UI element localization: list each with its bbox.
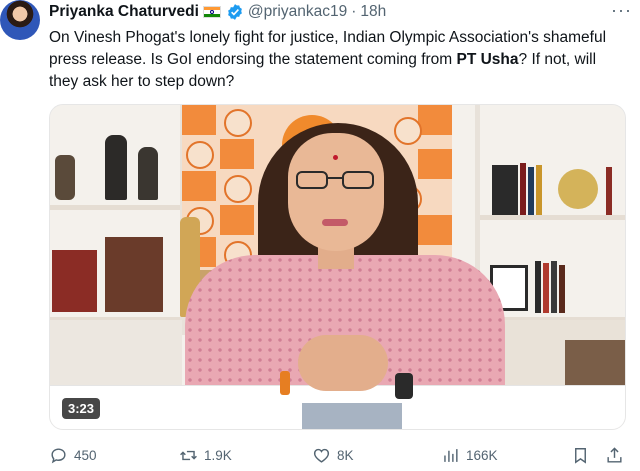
- author-handle[interactable]: @priyankac19: [248, 3, 347, 21]
- share-button[interactable]: [605, 444, 630, 466]
- views-count: 166K: [466, 447, 498, 463]
- bookmark-icon: [575, 447, 586, 464]
- like-count: 8K: [337, 447, 354, 463]
- timestamp[interactable]: 18h: [360, 3, 386, 21]
- like-button[interactable]: 8K: [312, 444, 354, 466]
- avatar[interactable]: [0, 0, 40, 40]
- views-icon: [444, 448, 458, 462]
- video-player[interactable]: 3:23: [49, 104, 626, 430]
- separator-dot: ·: [351, 3, 357, 20]
- left-bookshelf: [50, 105, 185, 335]
- cabinet: [50, 320, 182, 388]
- bindi: [333, 155, 338, 160]
- author-name[interactable]: Priyanka Chaturvedi: [49, 3, 199, 21]
- action-bar: 450 1.9K 8K 166K: [49, 444, 624, 466]
- more-icon[interactable]: ···: [611, 0, 632, 21]
- reply-button[interactable]: 450: [49, 444, 97, 466]
- share-icon: [607, 446, 622, 463]
- views-button[interactable]: 166K: [441, 444, 498, 466]
- tweet-text: On Vinesh Phogat's lonely fight for just…: [49, 27, 629, 93]
- clasped-hands: [298, 335, 388, 391]
- tweet-header: Priyanka Chaturvedi @priyankac19 · 18h: [49, 2, 386, 22]
- reply-count: 450: [74, 447, 97, 463]
- bracelet: [280, 371, 290, 395]
- drawer: [565, 340, 625, 388]
- bookmark-button[interactable]: [571, 444, 596, 466]
- watch: [395, 373, 413, 399]
- speaker-face: [288, 133, 384, 251]
- verified-badge-icon: [228, 4, 242, 20]
- reply-icon: [51, 447, 66, 463]
- mention-text: PT Usha: [456, 51, 519, 68]
- desk-papers: [302, 403, 402, 429]
- repost-button[interactable]: 1.9K: [179, 444, 232, 466]
- video-duration: 3:23: [62, 398, 101, 419]
- like-icon: [313, 448, 330, 463]
- glasses: [296, 171, 376, 189]
- repost-icon: [180, 450, 197, 460]
- repost-count: 1.9K: [204, 447, 232, 463]
- india-flag-icon: [202, 6, 221, 18]
- lips: [322, 219, 348, 226]
